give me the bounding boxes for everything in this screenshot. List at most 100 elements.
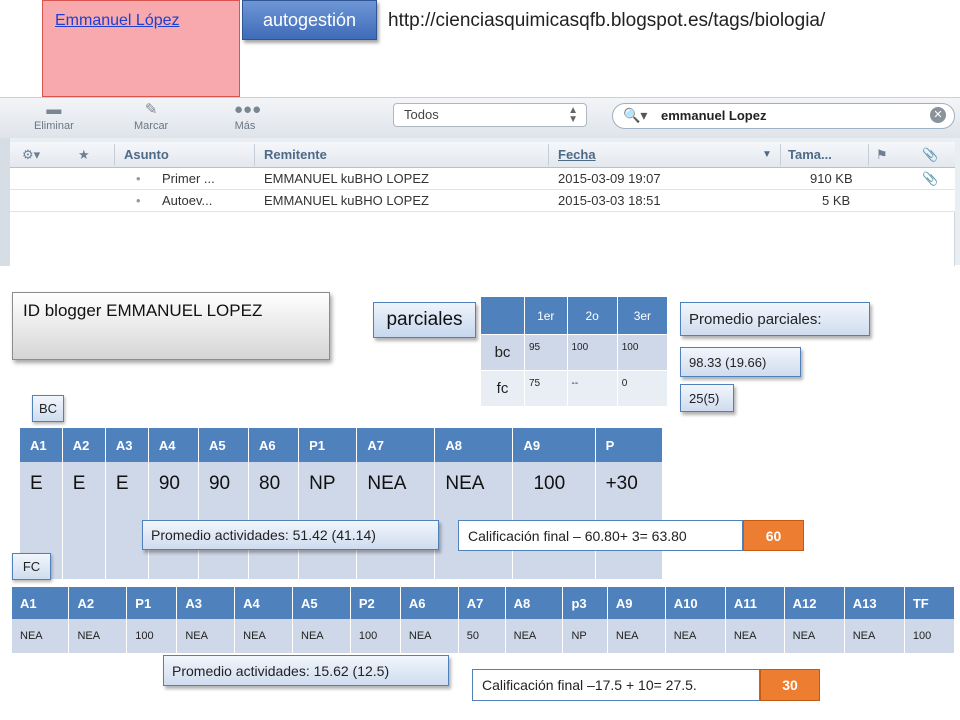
- parciales-header-row: 1er 2o 3er: [480, 296, 669, 335]
- bc-header-cell: A9: [512, 428, 596, 462]
- bc-header-cell: P1: [298, 428, 358, 462]
- bc-header-cell: A3: [105, 428, 149, 462]
- unread-dot-icon: •: [136, 193, 141, 208]
- parciales-cell: 75: [524, 370, 568, 407]
- delete-button[interactable]: ▬ Eliminar: [34, 101, 74, 133]
- parciales-header-cell: 2o: [566, 296, 618, 335]
- column-separator: [254, 144, 255, 166]
- filter-select[interactable]: Todos ▲ ▼: [393, 103, 587, 127]
- bc-header-cell: P: [595, 428, 664, 462]
- column-fecha[interactable]: Fecha: [558, 147, 596, 162]
- flag-icon[interactable]: ⚑: [876, 147, 888, 163]
- mail-toolbar: ▬ Eliminar ✎ Marcar ●●● Más Todos ▲ ▼ 🔍▾ …: [0, 98, 960, 138]
- fc-header-cell: A5: [292, 587, 351, 619]
- trash-icon: ▬: [46, 101, 62, 118]
- mail-left-strip: [0, 138, 10, 266]
- bc-calificacion-text: Calificación final – 60.80+ 3= 63.80: [458, 520, 743, 551]
- fc-header-cell: A11: [725, 587, 785, 619]
- bc-header-cell: A1: [20, 428, 63, 462]
- fc-value-cell: 50: [458, 619, 506, 653]
- search-value: emmanuel Lopez: [661, 108, 767, 123]
- bc-promedio-actividades: Promedio actividades: 51.42 (41.14): [142, 520, 439, 550]
- fc-value-cell: NEA: [607, 619, 666, 653]
- id-blogger-box: ID blogger EMMANUEL LOPEZ: [12, 292, 330, 360]
- search-icon: 🔍▾: [623, 107, 648, 123]
- fc-final-grade: 30: [760, 669, 820, 701]
- fc-header-cell: A9: [607, 587, 666, 619]
- column-tamano[interactable]: Tama...: [788, 147, 832, 162]
- parciales-label: parciales: [373, 302, 476, 338]
- column-remitente[interactable]: Remitente: [264, 147, 327, 162]
- attachment-icon: 📎: [922, 171, 939, 186]
- parciales-row-label: fc: [480, 370, 525, 407]
- message-sender: EMMANUEL kuBHO LOPEZ: [264, 193, 429, 208]
- autogestion-button[interactable]: autogestión: [242, 0, 377, 40]
- fc-value-cell: NEA: [505, 619, 564, 653]
- mark-label: Marcar: [134, 120, 169, 132]
- message-row[interactable]: • Primer ... EMMANUEL kuBHO LOPEZ 2015-0…: [10, 168, 955, 190]
- fc-value-cell: NEA: [68, 619, 128, 653]
- column-asunto[interactable]: Asunto: [124, 147, 169, 162]
- message-sender: EMMANUEL kuBHO LOPEZ: [264, 171, 429, 186]
- mark-button[interactable]: ✎ Marcar: [134, 102, 169, 133]
- message-date: 2015-03-09 19:07: [558, 171, 661, 186]
- sort-arrow-icon[interactable]: ▼: [762, 149, 772, 160]
- bc-header-cell: A6: [248, 428, 300, 462]
- fc-promedio-actividades: Promedio actividades: 15.62 (12.5): [163, 655, 449, 686]
- fc-value-cell: NEA: [725, 619, 785, 653]
- name-box: Emmanuel López: [42, 0, 240, 97]
- fc-value-cell: NEA: [844, 619, 905, 653]
- promedio-parciales-label: Promedio parciales:: [680, 302, 870, 336]
- parciales-header-cell: 1er: [524, 296, 568, 335]
- name-link[interactable]: Emmanuel López: [55, 12, 180, 30]
- fc-activities-table: A1 A2 P1 A3 A4 A5 P2 A6 A7 A8 p3 A9 A10 …: [12, 587, 956, 653]
- star-icon[interactable]: ★: [78, 147, 90, 163]
- fc-header-cell: A3: [176, 587, 236, 619]
- fc-header-cell: A2: [68, 587, 128, 619]
- message-subject: Autoev...: [162, 193, 213, 208]
- message-row[interactable]: • Autoev... EMMANUEL kuBHO LOPEZ 2015-03…: [10, 190, 955, 212]
- fc-header-cell: p3: [562, 587, 608, 619]
- message-size: 910 KB: [810, 171, 853, 186]
- filter-select-value: Todos: [404, 107, 439, 122]
- delete-label: Eliminar: [34, 120, 74, 132]
- fc-header-cell: A12: [784, 587, 845, 619]
- fc-value-cell: NP: [562, 619, 608, 653]
- column-separator: [548, 144, 549, 166]
- blog-url: http://cienciasquimicasqfb.blogspot.es/t…: [388, 10, 826, 31]
- fc-header-cell: TF: [904, 587, 956, 619]
- parciales-header-cell: [480, 296, 525, 335]
- parciales-row-fc: fc 75 -- 0: [480, 370, 669, 407]
- more-button[interactable]: ●●● Más: [234, 102, 261, 133]
- bc-header-cell: A4: [148, 428, 199, 462]
- settings-gear-icon[interactable]: ⚙▾: [22, 147, 40, 163]
- fc-header-cell: A10: [665, 587, 726, 619]
- fc-value-cell: NEA: [12, 619, 70, 653]
- fc-header-cell: P2: [350, 587, 401, 619]
- fc-value-cell: 100: [350, 619, 401, 653]
- attachment-icon[interactable]: 📎: [922, 147, 938, 163]
- search-input[interactable]: 🔍▾ emmanuel Lopez ✕: [612, 103, 955, 129]
- fc-header-cell: A7: [458, 587, 506, 619]
- parciales-cell: 100: [566, 334, 618, 371]
- fc-value-cell: NEA: [665, 619, 726, 653]
- parciales-cell: 95: [524, 334, 568, 371]
- more-label: Más: [234, 120, 256, 132]
- fc-header-cell: P1: [126, 587, 178, 619]
- fc-header-cell: A8: [505, 587, 564, 619]
- bc-value-cell: E: [62, 462, 106, 579]
- bc-header-row: A1 A2 A3 A4 A5 A6 P1 A7 A8 A9 P: [20, 428, 664, 462]
- fc-value-cell: NEA: [292, 619, 351, 653]
- fc-header-cell: A13: [844, 587, 905, 619]
- fc-value-cell: 100: [904, 619, 956, 653]
- message-date: 2015-03-03 18:51: [558, 193, 661, 208]
- bc-final-grade: 60: [743, 520, 804, 551]
- message-size: 5 KB: [822, 193, 851, 208]
- fc-value-cell: NEA: [234, 619, 294, 653]
- fc-values-row: NEA NEA 100 NEA NEA NEA 100 NEA 50 NEA N…: [12, 619, 956, 653]
- select-arrows-icon: ▲ ▼: [568, 105, 578, 125]
- promedio-parciales-fc: 25(5): [680, 384, 734, 412]
- fc-tag: FC: [12, 553, 51, 580]
- clear-search-icon[interactable]: ✕: [930, 107, 946, 123]
- fc-header-cell: A6: [400, 587, 459, 619]
